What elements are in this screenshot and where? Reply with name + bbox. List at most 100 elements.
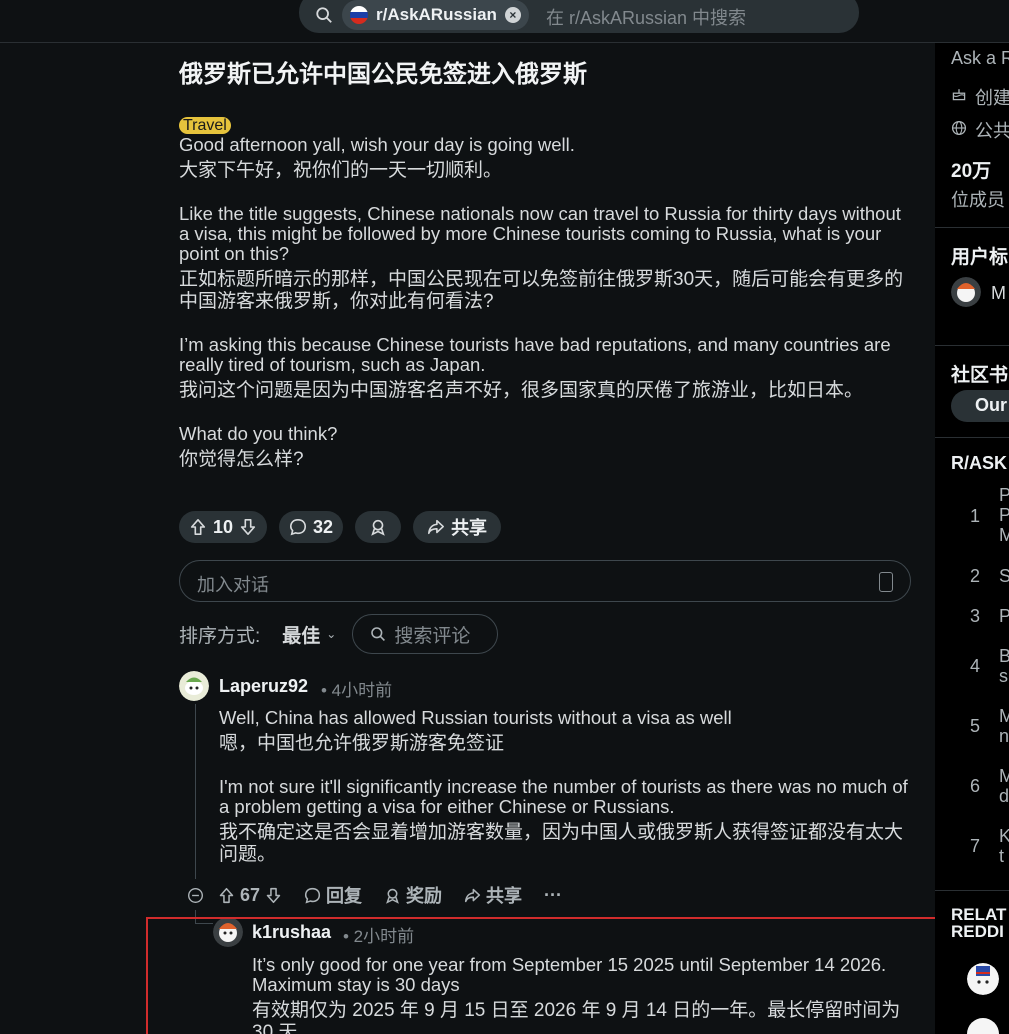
sort-label: 排序方式: — [179, 625, 261, 647]
vote-count: 10 — [213, 516, 234, 537]
post-body: Good afternoon yall, wish your day is go… — [179, 135, 909, 471]
upvote-icon[interactable] — [218, 887, 235, 904]
search-input[interactable]: 在 r/AskARussian 中搜索 — [546, 4, 746, 30]
thread-line[interactable] — [195, 704, 196, 879]
sidebar-rules-header: R/ASK — [951, 453, 1008, 473]
comment-time: • 4小时前 — [321, 681, 393, 700]
award-icon — [371, 519, 385, 536]
rule-number: 2 — [969, 566, 980, 586]
rule-number: 1 — [969, 506, 980, 526]
share-icon — [428, 519, 445, 535]
post-flair[interactable]: Travel — [179, 117, 231, 134]
share-icon — [464, 888, 481, 902]
snoo-avatar-icon — [179, 671, 209, 701]
comment-icon — [290, 518, 307, 536]
clear-chip-icon[interactable]: × — [504, 7, 521, 23]
resize-handle-icon[interactable] — [879, 572, 893, 592]
rule-number: 7 — [969, 836, 980, 856]
more-options-button[interactable]: ··· — [544, 885, 562, 906]
post-title: 俄罗斯已允许中国公民免签进入俄罗斯 — [179, 61, 587, 88]
post-paragraph-zh: 正如标题所暗示的那样，中国公民现在可以免签前往俄罗斯30天，随后可能会有更多的中… — [179, 269, 904, 312]
post-paragraph-zh: 我问这个问题是因为中国游客名声不好，很多国家真的厌倦了旅游业，比如日本。 — [179, 380, 864, 401]
downvote-icon[interactable] — [239, 518, 257, 536]
chevron-down-icon[interactable]: ⌄ — [326, 627, 336, 641]
sidebar-members-count: 20万 — [951, 161, 992, 182]
award-label: 奖励 — [406, 886, 443, 906]
rule-number: 5 — [969, 716, 980, 736]
downvote-icon[interactable] — [265, 887, 282, 904]
snoo-avatar-icon — [951, 277, 981, 307]
post-paragraph-en: I’m asking this because Chinese tourists… — [179, 334, 891, 375]
vote-pill: 10 — [179, 511, 268, 543]
upvote-icon[interactable] — [189, 518, 207, 536]
comment-search-input[interactable]: 搜索评论 — [352, 614, 499, 654]
sidebar-created: 创建 — [975, 88, 1009, 108]
comment-paragraph-en: I'm not sure it'll significantly increas… — [219, 776, 908, 817]
rule-item[interactable]: Kt — [999, 826, 1009, 866]
rule-item[interactable]: Bs — [999, 646, 1009, 686]
post-paragraph-en: Like the title suggests, Chinese nationa… — [179, 203, 901, 264]
post-paragraph-zh: 你觉得怎么样? — [179, 449, 304, 470]
comment-vote: 67 — [218, 885, 282, 906]
sidebar-related-header-2: REDDI — [951, 922, 1004, 941]
related-community-avatar[interactable] — [967, 963, 999, 995]
post-paragraph-zh: 大家下午好，祝你们的一天一切顺利。 — [179, 160, 503, 181]
comment-actions: 67 回复 奖励 共享 ··· — [187, 880, 584, 910]
sort-dropdown[interactable]: 最佳 — [282, 621, 320, 648]
rule-number: 4 — [969, 656, 980, 676]
user-flair-name: M — [991, 283, 1006, 303]
post-paragraph-en: Good afternoon yall, wish your day is go… — [179, 134, 575, 155]
rule-item[interactable]: PPM — [999, 485, 1009, 545]
subreddit-chip-label: r/AskARussian — [376, 5, 497, 24]
sort-row: 排序方式: 最佳 ⌄ 搜索评论 — [179, 614, 499, 654]
comment-composer[interactable]: 加入对话 — [179, 560, 911, 602]
avatar[interactable] — [179, 671, 209, 701]
collapse-thread-button[interactable] — [187, 887, 204, 904]
cake-icon — [952, 89, 966, 101]
subreddit-chip[interactable]: r/AskARussian × — [342, 0, 529, 30]
comments-button[interactable]: 32 — [279, 511, 344, 543]
comment-icon — [304, 887, 321, 903]
sidebar-members-label: 位成员 — [951, 190, 1005, 210]
sidebar-bookmarks-header: 社区书 — [951, 365, 1009, 386]
bookmark-button[interactable]: Our — [951, 390, 1009, 422]
collapse-icon — [188, 887, 203, 903]
comment-paragraph-en: Well, China has allowed Russian tourists… — [219, 707, 732, 728]
post-paragraph-en: What do you think? — [179, 423, 338, 444]
comment-search-placeholder: 搜索评论 — [394, 625, 471, 647]
composer-placeholder: 加入对话 — [197, 575, 269, 595]
reply-button[interactable]: 回复 — [304, 882, 362, 908]
comment-body: Well, China has allowed Russian tourists… — [219, 708, 909, 866]
uncle-sam-avatar-icon — [967, 963, 999, 995]
user-flair-avatar — [951, 277, 981, 307]
share-button[interactable]: 共享 — [464, 882, 522, 908]
comment-paragraph-zh: 嗯，中国也允许俄罗斯游客免签证 — [219, 733, 505, 754]
rule-item[interactable]: S — [999, 566, 1009, 586]
reply-label: 回复 — [326, 886, 363, 906]
share-button[interactable]: 共享 — [413, 511, 502, 543]
globe-icon — [951, 120, 967, 136]
sidebar-about: Ask a R — [951, 48, 1009, 68]
rule-item[interactable]: Md — [999, 766, 1009, 806]
rule-number: 3 — [969, 606, 980, 626]
search-icon — [316, 7, 332, 23]
award-button[interactable]: 奖励 — [384, 882, 442, 908]
award-icon — [386, 888, 399, 904]
highlight-box — [146, 917, 958, 1034]
share-label: 共享 — [451, 518, 488, 538]
comment-vote-count: 67 — [240, 884, 261, 905]
rule-item[interactable]: Mn — [999, 706, 1009, 746]
top-bar: r/AskARussian × 在 r/AskARussian 中搜索 — [0, 0, 1009, 43]
sidebar-user-flair-header: 用户标 — [951, 247, 1009, 268]
comment-author[interactable]: Laperuz92 — [219, 676, 308, 697]
comment-paragraph-zh: 我不确定这是否会显着增加游客数量，因为中国人或俄罗斯人获得签证都没有太大问题。 — [219, 822, 904, 865]
post-actions: 10 32 共享 — [179, 511, 502, 543]
share-label: 共享 — [486, 886, 523, 906]
award-button[interactable] — [355, 511, 402, 543]
rule-number: 6 — [969, 776, 980, 796]
comment-count: 32 — [313, 516, 334, 537]
russia-flag-icon — [350, 6, 368, 24]
rule-item[interactable]: P — [999, 606, 1009, 626]
sidebar-public: 公共 — [975, 121, 1009, 141]
search-icon — [371, 627, 386, 641]
